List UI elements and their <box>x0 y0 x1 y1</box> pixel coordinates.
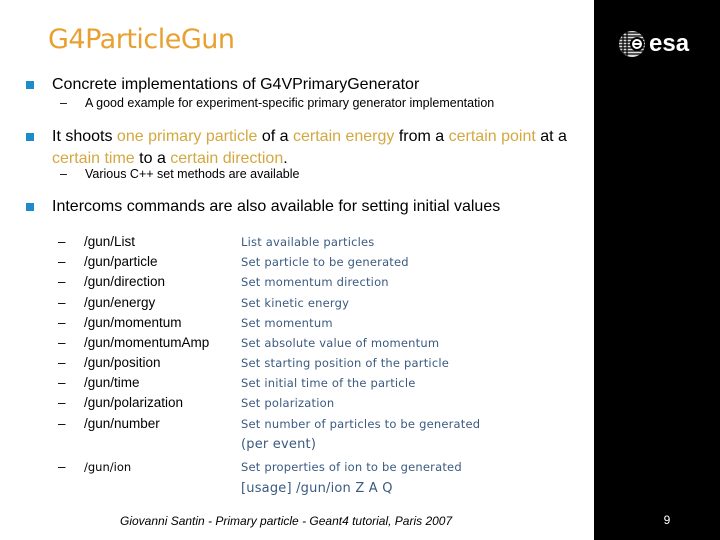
sub-bullet-text: Various C++ set methods are available <box>85 167 300 181</box>
bullet-2: It shoots one primary particle of a cert… <box>26 126 576 170</box>
command-description: Set starting position of the particle <box>241 356 450 370</box>
command-name: /gun/List <box>84 234 136 249</box>
dash-icon: – <box>58 335 66 350</box>
esa-logo: esa <box>618 28 698 60</box>
command-name: /gun/momentumAmp <box>84 335 210 350</box>
command-description-continued: (per event) <box>241 437 317 452</box>
command-row: – /gun/position Set starting position of… <box>58 353 578 373</box>
command-name: /gun/position <box>84 355 161 370</box>
command-description: Set polarization <box>241 396 335 410</box>
command-name: /gun/ion <box>84 460 132 474</box>
slide-title: G4ParticleGun <box>48 24 235 55</box>
command-description: Set momentum direction <box>241 275 389 289</box>
dash-icon: – <box>58 295 66 310</box>
sub-bullet-text: A good example for experiment-specific p… <box>85 96 495 110</box>
command-row: – /gun/energy Set kinetic energy <box>58 293 578 313</box>
command-name: /gun/time <box>84 375 140 390</box>
highlight-segment: certain direction <box>170 150 284 167</box>
sub-bullet-1: – A good example for experiment-specific … <box>60 95 494 111</box>
command-name: /gun/direction <box>84 274 166 289</box>
dash-icon: – <box>58 234 66 249</box>
command-row: – /gun/momentum Set momentum <box>58 313 578 333</box>
esa-logo-text: esa <box>649 30 690 57</box>
command-row: – /gun/polarization Set polarization <box>58 393 578 413</box>
bullet-text: It shoots one primary particle of a cert… <box>52 126 576 170</box>
text-segment: from a <box>394 128 449 145</box>
command-description: List available particles <box>241 235 375 249</box>
dash-icon: – <box>58 315 66 330</box>
text-segment: at a <box>535 128 567 145</box>
highlight-segment: certain time <box>52 150 135 167</box>
command-usage: [usage] /gun/ion Z A Q <box>241 481 393 496</box>
text-segment: to a <box>134 150 171 167</box>
sub-bullet-2: – Various C++ set methods are available <box>60 166 299 182</box>
highlight-segment: certain energy <box>293 128 395 145</box>
dash-icon: – <box>58 395 66 410</box>
bullet-text: Concrete implementations of G4VPrimaryGe… <box>52 76 420 93</box>
command-name: /gun/polarization <box>84 395 184 410</box>
bullet-3: Intercoms commands are also available fo… <box>26 196 586 218</box>
command-row: – /gun/momentumAmp Set absolute value of… <box>58 333 578 353</box>
dash-icon: – <box>60 96 67 110</box>
page-number: 9 <box>663 513 671 527</box>
dash-icon: – <box>58 254 66 269</box>
dash-icon: – <box>58 274 66 289</box>
command-name: /gun/number <box>84 416 160 431</box>
text-segment: It shoots <box>52 128 117 145</box>
command-description: Set initial time of the particle <box>241 376 416 390</box>
command-row: – /gun/ion Set properties of ion to be g… <box>58 457 578 477</box>
bullet-text: Intercoms commands are also available fo… <box>52 198 501 215</box>
text-segment: of a <box>257 128 293 145</box>
dash-icon: – <box>58 459 66 474</box>
command-description: Set absolute value of momentum <box>241 336 440 350</box>
esa-globe-icon <box>619 31 645 57</box>
command-row-continuation: [usage] /gun/ion Z A Q <box>58 479 578 499</box>
command-description: Set particle to be generated <box>241 255 409 269</box>
command-name: /gun/energy <box>84 295 156 310</box>
command-description: Set properties of ion to be generated <box>241 460 462 474</box>
command-row: – /gun/number Set number of particles to… <box>58 414 578 434</box>
command-description: Set momentum <box>241 316 333 330</box>
command-row: – /gun/direction Set momentum direction <box>58 272 578 292</box>
dash-icon: – <box>58 375 66 390</box>
bullet-square-icon <box>26 133 34 141</box>
slide-footer: Giovanni Santin - Primary particle - Gea… <box>120 514 453 528</box>
side-panel <box>594 0 720 540</box>
command-row: – /gun/List List available particles <box>58 232 578 252</box>
command-row: – /gun/time Set initial time of the part… <box>58 373 578 393</box>
highlight-segment: one primary particle <box>116 128 258 145</box>
command-row-continuation: (per event) <box>58 435 578 455</box>
command-name: /gun/momentum <box>84 315 182 330</box>
bullet-square-icon <box>26 203 34 211</box>
command-description: Set number of particles to be generated <box>241 417 481 431</box>
dash-icon: – <box>58 355 66 370</box>
dash-icon: – <box>58 416 66 431</box>
text-segment: . <box>283 150 288 167</box>
bullet-square-icon <box>26 81 34 89</box>
highlight-segment: certain point <box>448 128 536 145</box>
dash-icon: – <box>60 167 67 181</box>
command-description: Set kinetic energy <box>241 296 350 310</box>
command-name: /gun/particle <box>84 254 158 269</box>
bullet-1: Concrete implementations of G4VPrimaryGe… <box>26 74 586 96</box>
command-row: – /gun/particle Set particle to be gener… <box>58 252 578 272</box>
